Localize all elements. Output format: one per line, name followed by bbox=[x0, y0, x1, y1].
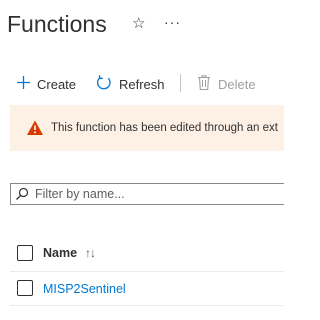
ellipsis-icon[interactable]: ··· bbox=[164, 13, 181, 31]
refresh-button[interactable]: Refresh bbox=[95, 73, 165, 95]
warning-banner: This function has been edited through an… bbox=[10, 105, 284, 151]
filter-input[interactable] bbox=[35, 186, 275, 202]
function-link[interactable]: MISP2Sentinel bbox=[43, 282, 126, 296]
search-icon bbox=[15, 187, 29, 201]
row-divider bbox=[10, 271, 284, 272]
refresh-icon bbox=[95, 74, 113, 95]
plus-icon bbox=[16, 75, 31, 93]
trash-icon bbox=[196, 74, 212, 94]
delete-button[interactable]: Delete bbox=[196, 73, 256, 95]
star-icon[interactable]: ☆ bbox=[132, 15, 145, 33]
column-header-name[interactable]: Name bbox=[43, 246, 77, 260]
filter-box[interactable] bbox=[10, 183, 284, 205]
create-button[interactable]: Create bbox=[16, 73, 76, 95]
select-all-checkbox[interactable] bbox=[17, 245, 33, 261]
toolbar-divider bbox=[180, 74, 181, 92]
page-title: Functions bbox=[7, 11, 107, 37]
delete-label: Delete bbox=[218, 76, 256, 92]
create-label: Create bbox=[37, 76, 77, 92]
warning-text: This function has been edited through an… bbox=[51, 122, 278, 134]
row-checkbox[interactable] bbox=[17, 280, 33, 296]
warning-icon bbox=[26, 119, 44, 137]
sort-ascending-icon[interactable]: ↑↓ bbox=[85, 246, 96, 260]
row-divider bbox=[10, 305, 284, 306]
refresh-label: Refresh bbox=[119, 76, 165, 92]
